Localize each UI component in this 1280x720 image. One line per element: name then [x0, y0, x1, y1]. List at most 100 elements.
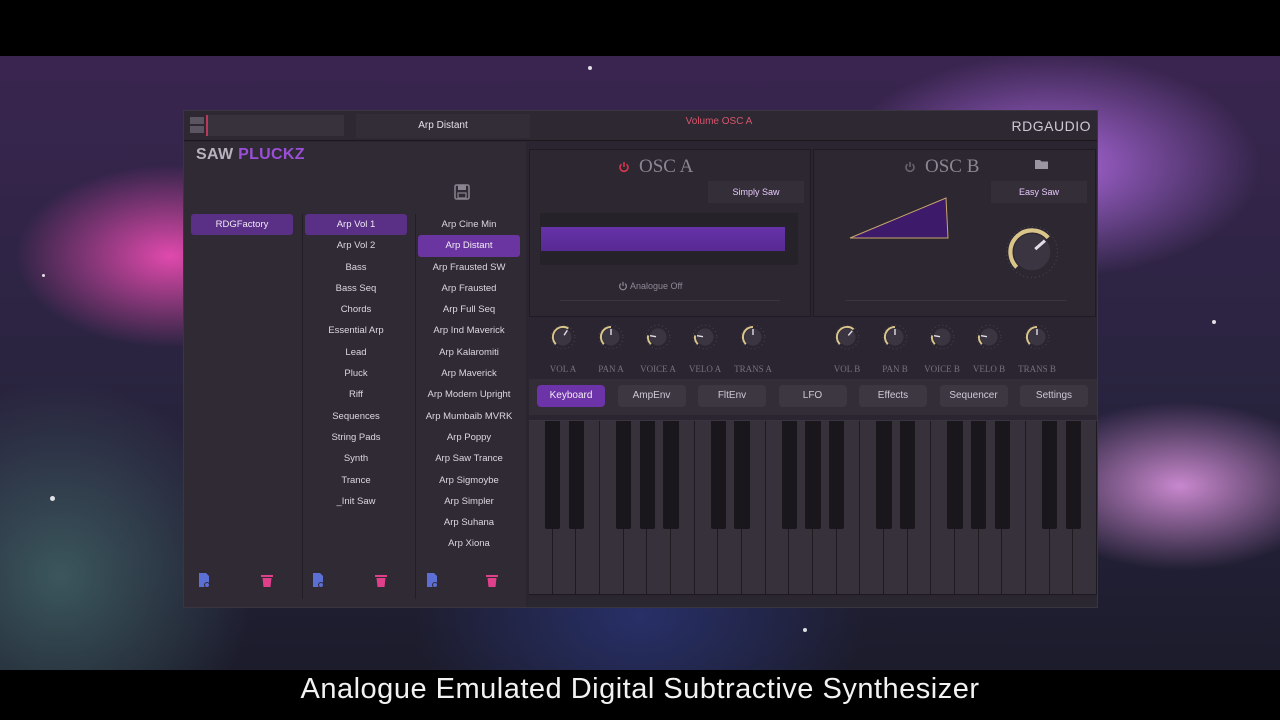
osc-a-waveform-select[interactable]: Simply Saw [708, 181, 804, 203]
folder-icon[interactable] [1034, 158, 1049, 170]
preset-item[interactable]: Arp Kalaromiti [418, 342, 520, 363]
osc-a-panel: OSC A Simply Saw Analogue Off [529, 149, 811, 317]
delete-icon[interactable] [485, 572, 499, 588]
category-item[interactable]: Trance [305, 470, 407, 491]
parameter-readout: Volume OSC A [685, 116, 753, 127]
black-key[interactable] [805, 421, 821, 529]
knob-voice-a[interactable] [644, 323, 672, 351]
black-key[interactable] [639, 421, 655, 529]
osc-b-main-knob[interactable] [1002, 222, 1062, 282]
category-item[interactable]: Pluck [305, 363, 407, 384]
black-key[interactable] [1065, 421, 1081, 529]
preset-item[interactable]: Arp Suhana [418, 512, 520, 533]
tab-settings[interactable]: Settings [1020, 385, 1088, 407]
osc-a-knobs: VOL A PAN A VOICE A VELO A TRANS A [529, 319, 811, 375]
power-icon[interactable] [618, 161, 630, 173]
black-key[interactable] [947, 421, 963, 529]
knob-voice-b[interactable] [928, 323, 956, 351]
preset-item[interactable]: Arp Cine Min [418, 214, 520, 235]
tab-ampenv[interactable]: AmpEnv [617, 385, 686, 407]
piano-keyboard[interactable] [529, 420, 1097, 595]
preset-item[interactable]: Arp Modern Upright [418, 384, 520, 405]
power-icon[interactable] [904, 161, 916, 173]
category-item[interactable]: Arp Vol 2 [305, 235, 407, 256]
category-item[interactable]: Chords [305, 299, 407, 320]
preset-item[interactable]: Arp Frausted SW [418, 257, 520, 278]
analogue-power-icon[interactable] [618, 281, 628, 291]
logo-pluckz: PLUCKZ [238, 146, 305, 163]
tab-sequencer[interactable]: Sequencer [939, 385, 1008, 407]
osc-a-waveform [541, 227, 785, 251]
black-key[interactable] [545, 421, 561, 529]
category-item[interactable]: Sequences [305, 406, 407, 427]
delete-icon[interactable] [374, 572, 388, 588]
preset-item[interactable]: Arp Simpler [418, 491, 520, 512]
osc-b-waveform [849, 197, 949, 239]
tab-effects[interactable]: Effects [859, 385, 927, 407]
background-star [588, 66, 592, 70]
tab-lfo[interactable]: LFO [778, 385, 847, 407]
knob-pan-a[interactable] [597, 323, 625, 351]
black-key[interactable] [663, 421, 679, 529]
new-file-icon[interactable] [425, 572, 439, 588]
black-key[interactable] [876, 421, 892, 529]
preset-item[interactable]: Arp Poppy [418, 427, 520, 448]
current-preset-display[interactable]: Arp Distant [356, 114, 530, 138]
menu-icon[interactable] [190, 117, 204, 133]
category-item[interactable]: Lead [305, 342, 407, 363]
divider [846, 300, 1066, 301]
black-key[interactable] [734, 421, 750, 529]
category-item[interactable]: _Init Saw [305, 491, 407, 512]
category-item[interactable]: Synth [305, 448, 407, 469]
analogue-toggle[interactable]: Analogue Off [630, 281, 682, 291]
bank-item[interactable]: RDGFactory [191, 214, 293, 236]
knob-trans-a[interactable] [739, 323, 767, 351]
black-key[interactable] [568, 421, 584, 529]
preset-item[interactable]: Arp Maverick [418, 363, 520, 384]
divider [415, 214, 416, 599]
category-item[interactable]: Riff [305, 384, 407, 405]
preset-item[interactable]: Arp Distant [418, 235, 520, 257]
category-item[interactable]: Arp Vol 1 [305, 214, 407, 236]
knob-vol-b[interactable] [833, 323, 861, 351]
knob-velo-a[interactable] [691, 323, 719, 351]
knob-velo-b[interactable] [975, 323, 1003, 351]
preset-item[interactable]: Arp Ind Maverick [418, 320, 520, 341]
tab-keyboard[interactable]: Keyboard [537, 385, 605, 407]
black-key[interactable] [1042, 421, 1058, 529]
new-file-icon[interactable] [311, 572, 325, 588]
knob-label: TRANS B [1018, 364, 1056, 374]
knob-vol-a[interactable] [549, 323, 577, 351]
save-icon[interactable] [453, 183, 471, 201]
tab-fltenv[interactable]: FltEnv [698, 385, 766, 407]
preset-search-field[interactable] [206, 115, 344, 136]
preset-item[interactable]: Arp Saw Trance [418, 448, 520, 469]
synth-plugin-window: Arp Distant Volume OSC A RDGAUDIO SAW PL… [183, 110, 1098, 608]
preset-item[interactable]: Arp Xiona [418, 533, 520, 554]
category-item[interactable]: Bass Seq [305, 278, 407, 299]
plugin-topbar: Arp Distant Volume OSC A RDGAUDIO [184, 111, 1097, 141]
osc-a-waveform-display [540, 213, 798, 265]
black-key[interactable] [829, 421, 845, 529]
keyboard-scrollbar[interactable] [529, 597, 1097, 607]
new-file-icon[interactable] [197, 572, 211, 588]
black-key[interactable] [900, 421, 916, 529]
category-item[interactable]: Bass [305, 257, 407, 278]
category-item[interactable]: Essential Arp [305, 320, 407, 341]
black-key[interactable] [781, 421, 797, 529]
knob-trans-b[interactable] [1023, 323, 1051, 351]
black-key[interactable] [994, 421, 1010, 529]
black-key[interactable] [616, 421, 632, 529]
knob-pan-b[interactable] [881, 323, 909, 351]
category-item[interactable]: String Pads [305, 427, 407, 448]
black-key[interactable] [971, 421, 987, 529]
preset-item[interactable]: Arp Full Seq [418, 299, 520, 320]
divider [302, 214, 303, 599]
preset-item[interactable]: Arp Sigmoybe [418, 470, 520, 491]
black-key[interactable] [710, 421, 726, 529]
preset-item[interactable]: Arp Frausted [418, 278, 520, 299]
delete-icon[interactable] [260, 572, 274, 588]
osc-b-waveform-select[interactable]: Easy Saw [991, 181, 1087, 203]
preset-item[interactable]: Arp Mumbaib MVRK [418, 406, 520, 427]
osc-b-panel: OSC B Easy Saw [813, 149, 1096, 317]
